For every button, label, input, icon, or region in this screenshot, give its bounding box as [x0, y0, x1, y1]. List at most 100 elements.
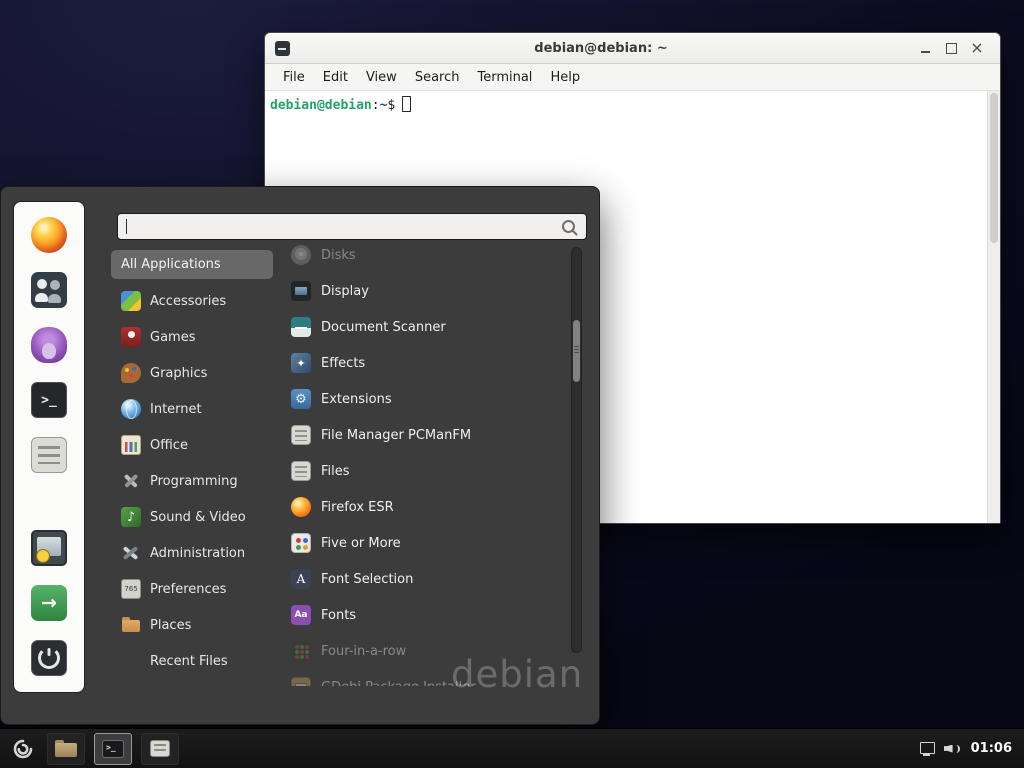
- logout-icon[interactable]: [31, 585, 67, 621]
- menu-scrollbar-thumb[interactable]: [573, 320, 580, 382]
- category-recent-files[interactable]: Recent Files: [111, 643, 273, 679]
- category-label: Games: [150, 330, 195, 345]
- app-files[interactable]: Files: [285, 453, 567, 489]
- category-office[interactable]: Office: [111, 427, 273, 463]
- app-disks[interactable]: Disks: [285, 244, 567, 273]
- category-graphics[interactable]: Graphics: [111, 355, 273, 391]
- terminal-cursor: [402, 96, 411, 112]
- files-icon: [291, 461, 311, 481]
- minimize-button[interactable]: [912, 37, 938, 59]
- gdebi-icon: [291, 677, 311, 686]
- category-all-applications[interactable]: All Applications: [111, 250, 273, 279]
- menu-button[interactable]: [8, 734, 38, 764]
- search-icon: [562, 220, 575, 233]
- screensaver-icon[interactable]: [31, 530, 67, 566]
- debian-swirl-icon: [10, 736, 36, 762]
- network-icon[interactable]: [919, 741, 935, 756]
- app-label: Fonts: [321, 608, 356, 623]
- category-label: Places: [150, 618, 191, 633]
- file-manager-icon[interactable]: [31, 437, 67, 473]
- category-places[interactable]: Places: [111, 607, 273, 643]
- sound-video-icon: [121, 507, 141, 527]
- prompt-separator: :: [372, 98, 380, 113]
- taskbar-file-manager-button[interactable]: [47, 733, 85, 765]
- category-label: Office: [150, 438, 188, 453]
- category-internet[interactable]: Internet: [111, 391, 273, 427]
- app-document-scanner[interactable]: Document Scanner: [285, 309, 567, 345]
- terminal-scrollbar-thumb[interactable]: [990, 93, 998, 243]
- app-label: Document Scanner: [321, 320, 446, 335]
- shutdown-icon[interactable]: [31, 640, 67, 676]
- app-four-in-a-row[interactable]: Four-in-a-row: [285, 633, 567, 669]
- app-gdebi-package-installer[interactable]: GDebi Package Installer: [285, 669, 567, 686]
- games-icon: [121, 327, 141, 347]
- taskbar-files-button[interactable]: [141, 733, 179, 765]
- category-programming[interactable]: Programming: [111, 463, 273, 499]
- app-firefox-esr[interactable]: Firefox ESR: [285, 489, 567, 525]
- app-five-or-more[interactable]: Five or More: [285, 525, 567, 561]
- graphics-icon: [121, 363, 141, 383]
- pidgin-icon[interactable]: [31, 327, 67, 363]
- fonts-icon: [291, 605, 311, 625]
- terminal-icon[interactable]: [31, 382, 67, 418]
- category-label: Preferences: [150, 582, 226, 597]
- prompt-line: debian@debian:~$: [265, 91, 1000, 113]
- volume-icon[interactable]: [944, 742, 960, 756]
- office-icon: [121, 435, 141, 455]
- category-label: All Applications: [121, 257, 221, 272]
- menu-view[interactable]: View: [357, 67, 406, 88]
- app-font-selection[interactable]: Font Selection: [285, 561, 567, 597]
- users-icon[interactable]: [31, 272, 67, 308]
- category-list: All Applications Accessories Games Graph…: [111, 247, 273, 679]
- search-input[interactable]: [127, 214, 562, 239]
- prompt-user-host: debian@debian: [270, 98, 372, 113]
- category-preferences[interactable]: Preferences: [111, 571, 273, 607]
- search-box[interactable]: [117, 213, 587, 240]
- app-label: Firefox ESR: [321, 500, 394, 515]
- menu-edit[interactable]: Edit: [314, 67, 357, 88]
- application-menu: debian All Applications Accessories: [0, 186, 600, 725]
- menu-file[interactable]: File: [274, 67, 314, 88]
- app-label: File Manager PCManFM: [321, 428, 471, 443]
- app-extensions[interactable]: Extensions: [285, 381, 567, 417]
- disks-icon: [291, 245, 311, 265]
- category-label: Graphics: [150, 366, 207, 381]
- firefox-icon[interactable]: [31, 217, 67, 253]
- close-button[interactable]: [964, 37, 990, 59]
- menu-terminal[interactable]: Terminal: [468, 67, 541, 88]
- desktop: debian@debian: ~ File Edit View Search T…: [0, 0, 1024, 768]
- terminal-titlebar[interactable]: debian@debian: ~: [265, 33, 1000, 64]
- menu-search[interactable]: Search: [406, 67, 469, 88]
- category-label: Sound & Video: [150, 510, 246, 525]
- category-accessories[interactable]: Accessories: [111, 283, 273, 319]
- terminal-scrollbar[interactable]: [987, 91, 1000, 523]
- programming-icon: [121, 471, 141, 491]
- terminal-title: debian@debian: ~: [290, 41, 912, 56]
- app-display[interactable]: Display: [285, 273, 567, 309]
- terminal-menubar: File Edit View Search Terminal Help: [265, 64, 1000, 91]
- app-fonts[interactable]: Fonts: [285, 597, 567, 633]
- application-list-scroll: Disks Display Document Scanner Effects E…: [285, 244, 567, 686]
- category-label: Accessories: [150, 294, 226, 309]
- app-effects[interactable]: Effects: [285, 345, 567, 381]
- menu-scrollbar[interactable]: [571, 247, 582, 653]
- category-games[interactable]: Games: [111, 319, 273, 355]
- files-icon: [150, 740, 170, 757]
- maximize-button[interactable]: [938, 37, 964, 59]
- app-label: GDebi Package Installer: [321, 680, 476, 687]
- app-label: Font Selection: [321, 572, 413, 587]
- document-scanner-icon: [291, 317, 311, 337]
- extensions-icon: [291, 389, 311, 409]
- menu-help[interactable]: Help: [541, 67, 589, 88]
- taskbar-terminal-button[interactable]: [94, 733, 132, 765]
- five-or-more-icon: [291, 533, 311, 553]
- preferences-icon: [121, 579, 141, 599]
- category-administration[interactable]: Administration: [111, 535, 273, 571]
- app-file-manager-pcmanfm[interactable]: File Manager PCManFM: [285, 417, 567, 453]
- category-sound-video[interactable]: Sound & Video: [111, 499, 273, 535]
- file-manager-icon: [291, 425, 311, 445]
- clock[interactable]: 01:06: [971, 741, 1012, 756]
- app-label: Four-in-a-row: [321, 644, 406, 659]
- app-label: Extensions: [321, 392, 392, 407]
- app-label: Five or More: [321, 536, 401, 551]
